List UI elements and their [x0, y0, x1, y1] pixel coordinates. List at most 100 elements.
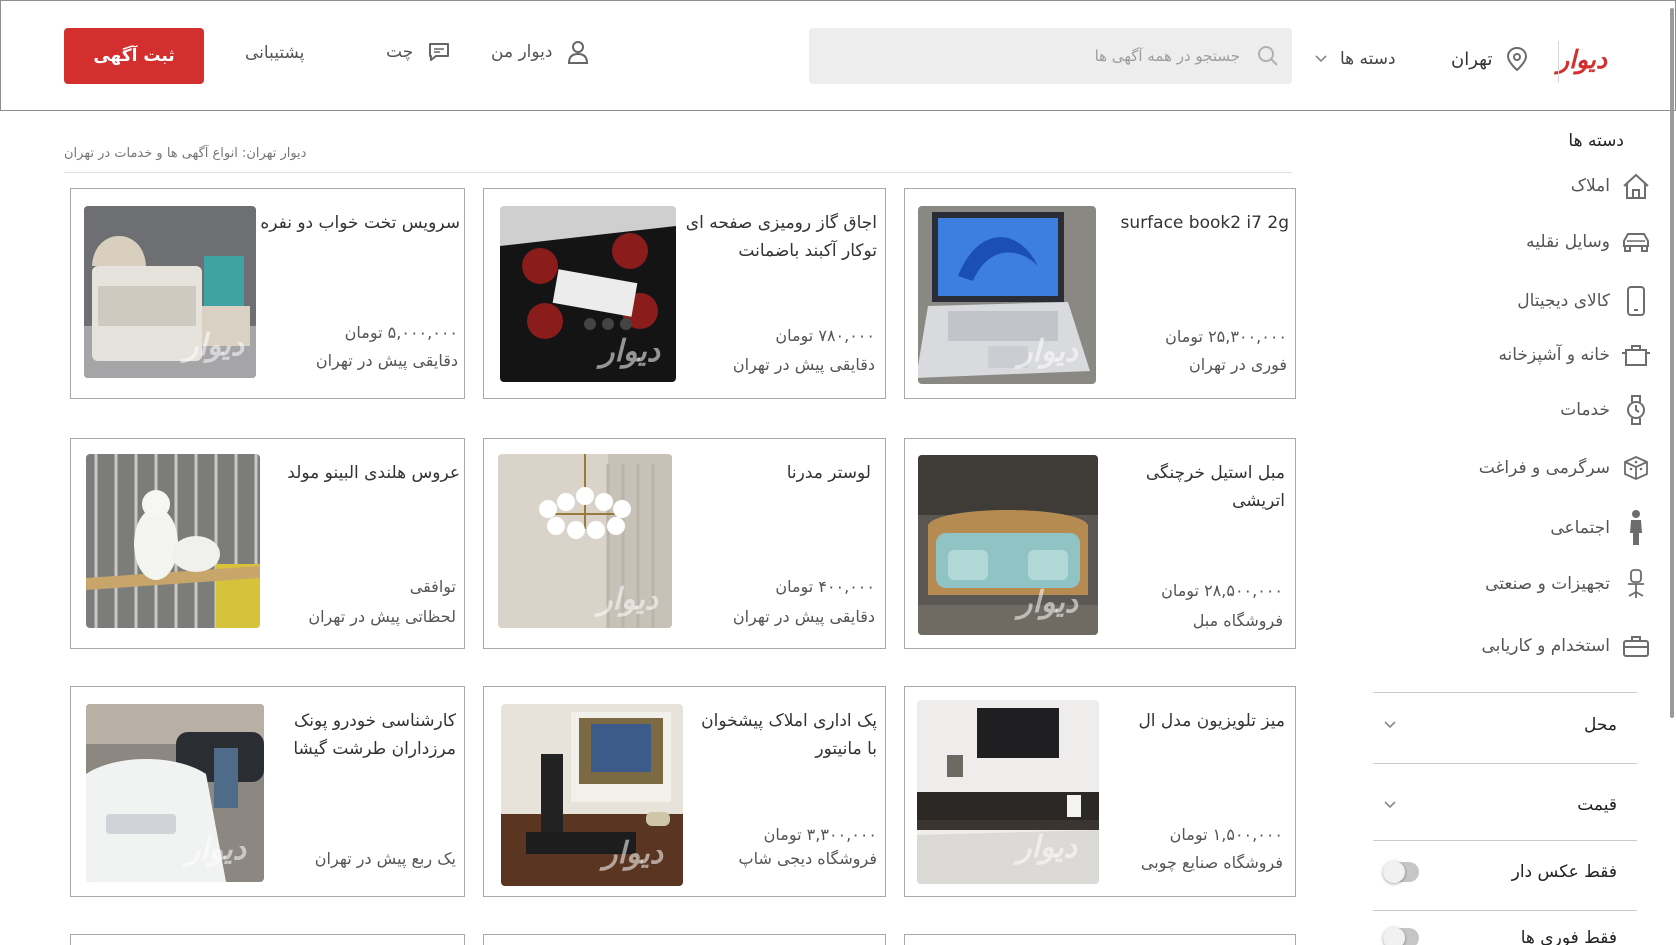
- sidebar-item-vehicles[interactable]: وسایل نقلیه: [1352, 226, 1652, 258]
- ad-title: سرویس تخت خواب دو نفره: [260, 213, 460, 233]
- ad-image: دیوار: [918, 206, 1096, 384]
- ad-card[interactable]: دیوار لوستر مدرنا ۴۰۰,۰۰۰ تومان دقایقی پ…: [483, 438, 886, 649]
- ad-price: توافقی: [409, 577, 456, 596]
- ad-title: پک اداری املاک پیشخوان با مانیتور: [701, 711, 877, 759]
- ad-meta: فروشگاه صنایع چوبی: [1140, 853, 1283, 872]
- sidebar-item-label: خانه و آشپزخانه: [1498, 345, 1610, 365]
- sidebar-item-social[interactable]: اجتماعی: [1352, 510, 1652, 545]
- dice-icon: [1620, 452, 1652, 484]
- post-ad-button[interactable]: ثبت آگهی: [64, 28, 204, 84]
- sidebar-divider: [1373, 910, 1637, 911]
- ad-card[interactable]: [483, 934, 886, 945]
- chat-icon: [429, 43, 450, 61]
- ad-card[interactable]: عروس هلندی البینو مولد توافقی لحظاتی پیش…: [70, 438, 465, 649]
- photo-only-toggle[interactable]: [1383, 861, 1419, 883]
- ad-title: مبل استیل خرچنگی اتریشی: [1145, 463, 1285, 511]
- ad-price: ۲۸,۵۰۰,۰۰۰ تومان: [1161, 581, 1283, 600]
- ad-card[interactable]: [904, 934, 1296, 945]
- sidebar-item-industrial[interactable]: تجهیزات و صنعتی: [1352, 568, 1652, 600]
- ad-price: ۴۰۰,۰۰۰ تومان: [775, 577, 875, 596]
- header-divider: [1558, 41, 1559, 83]
- watermark: دیوار: [1018, 334, 1079, 369]
- filter-photo-only[interactable]: فقط عکس دار: [1373, 861, 1637, 883]
- chat-link[interactable]: چت: [386, 41, 451, 63]
- ad-title: عروس هلندی البینو مولد: [287, 463, 460, 483]
- sidebar-item-digital[interactable]: کالای دیجیتال: [1352, 285, 1652, 317]
- sidebar-item-entertainment[interactable]: سرگرمی و فراغت: [1352, 452, 1652, 484]
- ad-card[interactable]: [70, 934, 465, 945]
- ad-image: دیوار: [501, 704, 683, 886]
- ad-card[interactable]: دیوار میز تلویزیون مدل ال ۱,۵۰۰,۰۰۰ توما…: [904, 686, 1296, 897]
- ad-image: [86, 454, 260, 628]
- location-pin-icon: [1507, 47, 1528, 71]
- filter-price[interactable]: قیمت: [1373, 795, 1637, 815]
- ad-image: دیوار: [498, 454, 672, 628]
- sidebar-divider: [1373, 763, 1637, 764]
- ad-image: دیوار: [84, 206, 256, 378]
- divar-logo[interactable]: دیوار: [1557, 45, 1607, 74]
- ad-meta: دقایقی پیش در تهران: [732, 355, 875, 374]
- sidebar-item-services[interactable]: خدمات: [1352, 394, 1652, 426]
- home-icon: [1620, 170, 1652, 202]
- watermark: دیوار: [186, 832, 247, 867]
- sidebar-item-real-estate[interactable]: املاک: [1352, 170, 1652, 202]
- scrollbar-thumb[interactable]: [1670, 8, 1674, 718]
- sidebar-divider: [1373, 840, 1637, 841]
- ad-card[interactable]: دیوار سرویس تخت خواب دو نفره ۵,۰۰۰,۰۰۰ ت…: [70, 188, 465, 399]
- ad-card[interactable]: دیوار اجاق گاز رومیزی صفحه ای توکار آکبن…: [483, 188, 886, 399]
- ad-price: ۵,۰۰۰,۰۰۰ تومان: [344, 323, 458, 342]
- ad-card[interactable]: دیوار پک اداری املاک پیشخوان با مانیتور …: [483, 686, 886, 897]
- search-input[interactable]: [809, 28, 1292, 84]
- support-label: پشتیبانی: [245, 43, 305, 63]
- sidebar-divider: [1373, 692, 1637, 693]
- person-icon: [1620, 510, 1652, 545]
- pot-icon: [1620, 339, 1652, 371]
- ad-image: دیوار: [918, 455, 1098, 635]
- ad-title: میز تلویزیون مدل ال: [1138, 711, 1285, 731]
- sidebar-item-label: املاک: [1570, 176, 1610, 196]
- categories-dropdown[interactable]: دسته ها: [1314, 49, 1396, 69]
- sidebar-item-home-kitchen[interactable]: خانه و آشپزخانه: [1352, 339, 1652, 371]
- ad-meta: فروشگاه مبل: [1192, 611, 1283, 630]
- ad-image: دیوار: [917, 700, 1099, 884]
- ad-price: ۱,۵۰۰,۰۰۰ تومان: [1169, 825, 1283, 844]
- ad-title: لوستر مدرنا: [786, 463, 871, 483]
- ad-meta: دقایقی پیش در تهران: [732, 607, 875, 626]
- sidebar-item-label: وسایل نقلیه: [1526, 232, 1610, 252]
- sidebar-title: دسته ها: [1568, 131, 1624, 151]
- sidebar-item-label: تجهیزات و صنعتی: [1485, 574, 1610, 594]
- ad-title: کارشناسی خودرو پونک مرزداران طرشت گیشا: [293, 711, 456, 759]
- ad-meta: فوری در تهران: [1188, 355, 1287, 374]
- my-divar-label: دیوار من: [491, 42, 553, 62]
- filter-location-label: محل: [1584, 715, 1617, 735]
- city-selector[interactable]: تهران: [1451, 47, 1528, 71]
- ad-card[interactable]: دیوار مبل استیل خرچنگی اتریشی ۲۸,۵۰۰,۰۰۰…: [904, 438, 1296, 649]
- car-icon: [1620, 226, 1652, 258]
- search-box[interactable]: [809, 28, 1292, 84]
- sidebar-item-label: کالای دیجیتال: [1517, 291, 1610, 311]
- ad-image: دیوار: [500, 206, 676, 382]
- ad-card[interactable]: دیوار surface book2 i7 2g ۲۵,۳۰۰,۰۰۰ توم…: [904, 188, 1296, 399]
- ad-title: اجاق گاز رومیزی صفحه ای توکار آکبند باضم…: [685, 213, 877, 261]
- watermark: دیوار: [598, 582, 659, 617]
- ad-meta: فروشگاه دیجی شاپ: [738, 849, 877, 868]
- my-divar-link[interactable]: دیوار من: [491, 39, 590, 65]
- watermark: دیوار: [600, 334, 661, 369]
- filter-urgent-only-label: فقط فوری ها: [1520, 928, 1617, 945]
- user-icon: [568, 41, 589, 64]
- filter-urgent-only[interactable]: فقط فوری ها: [1373, 927, 1637, 945]
- urgent-only-toggle[interactable]: [1383, 927, 1419, 945]
- categories-dropdown-label: دسته ها: [1340, 49, 1396, 69]
- sidebar-item-jobs[interactable]: استخدام و کاریابی: [1352, 630, 1652, 662]
- search-icon: [1258, 46, 1278, 66]
- support-link[interactable]: پشتیبانی: [245, 43, 304, 63]
- ad-price: ۳,۳۰۰,۰۰۰ تومان: [763, 825, 877, 844]
- ad-card[interactable]: دیوار کارشناسی خودرو پونک مرزداران طرشت …: [70, 686, 465, 897]
- watermark: دیوار: [184, 328, 245, 363]
- breadcrumb-divider: [64, 172, 1292, 173]
- breadcrumb[interactable]: دیوار تهران: انواع آگهی ها و خدمات در ته…: [64, 146, 1292, 161]
- filter-location[interactable]: محل: [1373, 715, 1637, 735]
- sidebar-item-label: استخدام و کاریابی: [1481, 636, 1610, 656]
- ad-price: ۷۸۰,۰۰۰ تومان: [775, 326, 875, 345]
- chevron-down-icon: [1315, 55, 1327, 63]
